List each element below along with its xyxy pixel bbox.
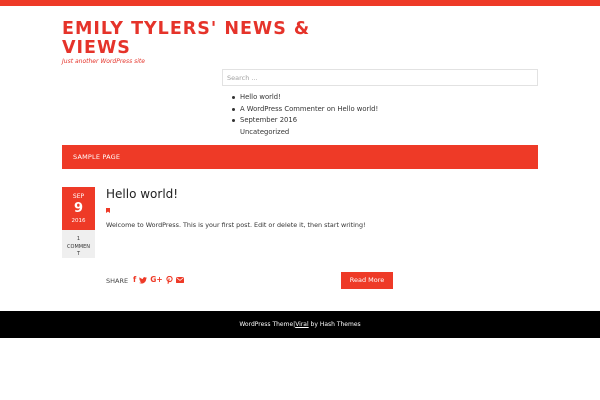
search-input[interactable] (222, 69, 538, 86)
post-excerpt: Welcome to WordPress. This is your first… (106, 221, 366, 229)
pinterest-icon[interactable] (166, 276, 173, 284)
widget-item-recent-post[interactable]: Hello world! (232, 92, 378, 104)
footer-credit-prefix: WordPress Theme (239, 321, 294, 328)
widget-item-recent-comment[interactable]: A WordPress Commenter on Hello world! (232, 104, 378, 116)
site-title[interactable]: EMILY TYLERS' NEWS & VIEWS (62, 20, 322, 58)
top-accent-bar (0, 0, 600, 6)
bookmark-icon (106, 208, 110, 213)
google-plus-icon[interactable]: G+ (150, 275, 162, 285)
facebook-icon[interactable]: f (133, 275, 136, 285)
post-date-year: 2016 (71, 218, 86, 224)
share-label: SHARE (106, 277, 129, 285)
widget-item-category[interactable]: Uncategorized (232, 127, 378, 139)
read-more-button[interactable]: Read More (341, 272, 393, 289)
footer-credit-suffix: by Hash Themes (308, 321, 361, 328)
nav-item-sample-page[interactable]: SAMPLE PAGE (73, 153, 120, 161)
comment-count-badge[interactable]: 1 COMMEN T (62, 230, 95, 258)
comment-count: 1 (76, 236, 81, 242)
post-date-day: 9 (73, 201, 84, 216)
site-footer: WordPress Theme|Viral by Hash Themes (0, 311, 600, 338)
widget-list: Hello world! A WordPress Commenter on He… (232, 92, 378, 138)
twitter-icon[interactable] (139, 276, 148, 284)
post-date-badge: SEP 9 2016 (62, 187, 95, 230)
main-navigation: SAMPLE PAGE (62, 145, 538, 169)
post-title[interactable]: Hello world! (106, 187, 178, 201)
widget-item-archive[interactable]: September 2016 (232, 115, 378, 127)
comment-label-line2: T (76, 251, 81, 257)
comment-label-line1: COMMEN (67, 243, 90, 250)
email-icon[interactable] (175, 277, 184, 283)
site-description: Just another WordPress site (62, 58, 145, 65)
footer-theme-link[interactable]: Viral (295, 321, 308, 328)
post-date-month: SEP (72, 193, 85, 200)
share-icons: f G+ (133, 275, 184, 285)
